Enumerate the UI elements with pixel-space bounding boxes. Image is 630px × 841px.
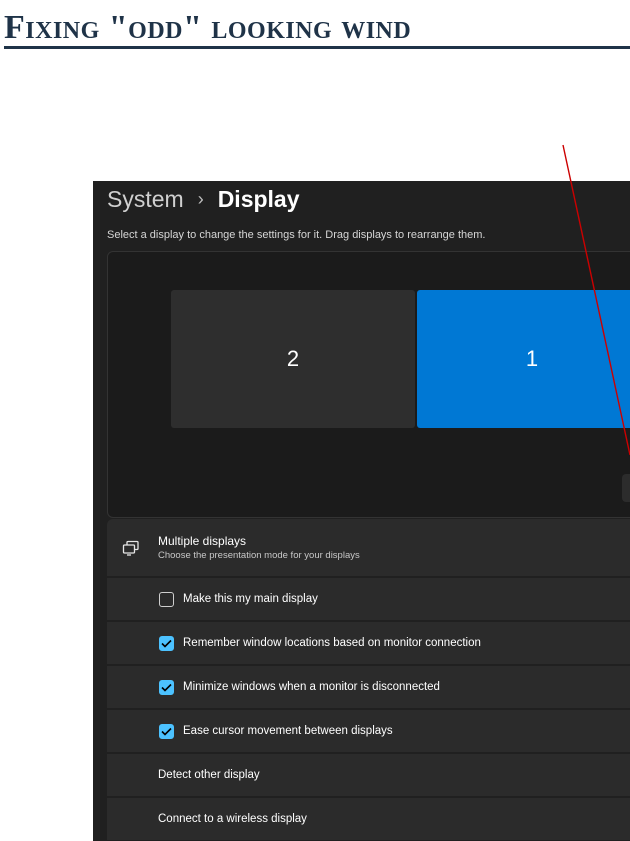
option-row-main-display: Make this my main display (107, 578, 630, 620)
detect-other-display-row[interactable]: Detect other display (107, 754, 630, 796)
option-row-minimize-windows: Minimize windows when a monitor is disco… (107, 666, 630, 708)
identify-button[interactable] (622, 474, 630, 502)
multiple-displays-icon (121, 538, 141, 558)
multiple-displays-description: Choose the presentation mode for your di… (158, 549, 360, 561)
remember-locations-checkbox[interactable] (159, 635, 174, 651)
display-arrangement-area[interactable]: 2 1 (107, 251, 630, 518)
option-row-remember-locations: Remember window locations based on monit… (107, 622, 630, 664)
remember-locations-label: Remember window locations based on monit… (183, 637, 481, 649)
detect-other-display-label: Detect other display (158, 769, 260, 781)
checkmark-icon (161, 639, 172, 648)
checkmark-icon (161, 727, 172, 736)
multiple-displays-title: Multiple displays (158, 533, 247, 548)
main-display-checkbox[interactable] (159, 591, 174, 607)
breadcrumb: System › Display (107, 183, 300, 215)
monitor-2[interactable]: 2 (171, 290, 415, 428)
multiple-displays-row[interactable]: Multiple displays Choose the presentatio… (107, 519, 630, 576)
chevron-right-icon: › (197, 188, 204, 209)
monitor-1[interactable]: 1 (417, 290, 630, 428)
slide-title: Fixing "odd" looking wind (4, 9, 412, 46)
settings-list: Multiple displays Choose the presentatio… (107, 519, 630, 841)
breadcrumb-system[interactable]: System (107, 186, 184, 213)
monitor-1-label: 1 (525, 346, 539, 371)
display-settings-screenshot: System › Display Select a display to cha… (93, 181, 630, 841)
title-underline (4, 46, 630, 49)
page-subtitle: Select a display to change the settings … (107, 229, 486, 241)
checkmark-icon (161, 683, 172, 692)
connect-wireless-display-label: Connect to a wireless display (158, 813, 307, 825)
ease-cursor-label: Ease cursor movement between displays (183, 725, 393, 737)
main-display-label: Make this my main display (183, 593, 318, 605)
page-title: Display (217, 185, 300, 212)
option-row-ease-cursor: Ease cursor movement between displays (107, 710, 630, 752)
connect-wireless-display-row[interactable]: Connect to a wireless display (107, 798, 630, 840)
ease-cursor-checkbox[interactable] (159, 723, 174, 739)
monitor-2-label: 2 (286, 346, 300, 371)
minimize-windows-label: Minimize windows when a monitor is disco… (183, 681, 440, 693)
minimize-windows-checkbox[interactable] (159, 679, 174, 695)
